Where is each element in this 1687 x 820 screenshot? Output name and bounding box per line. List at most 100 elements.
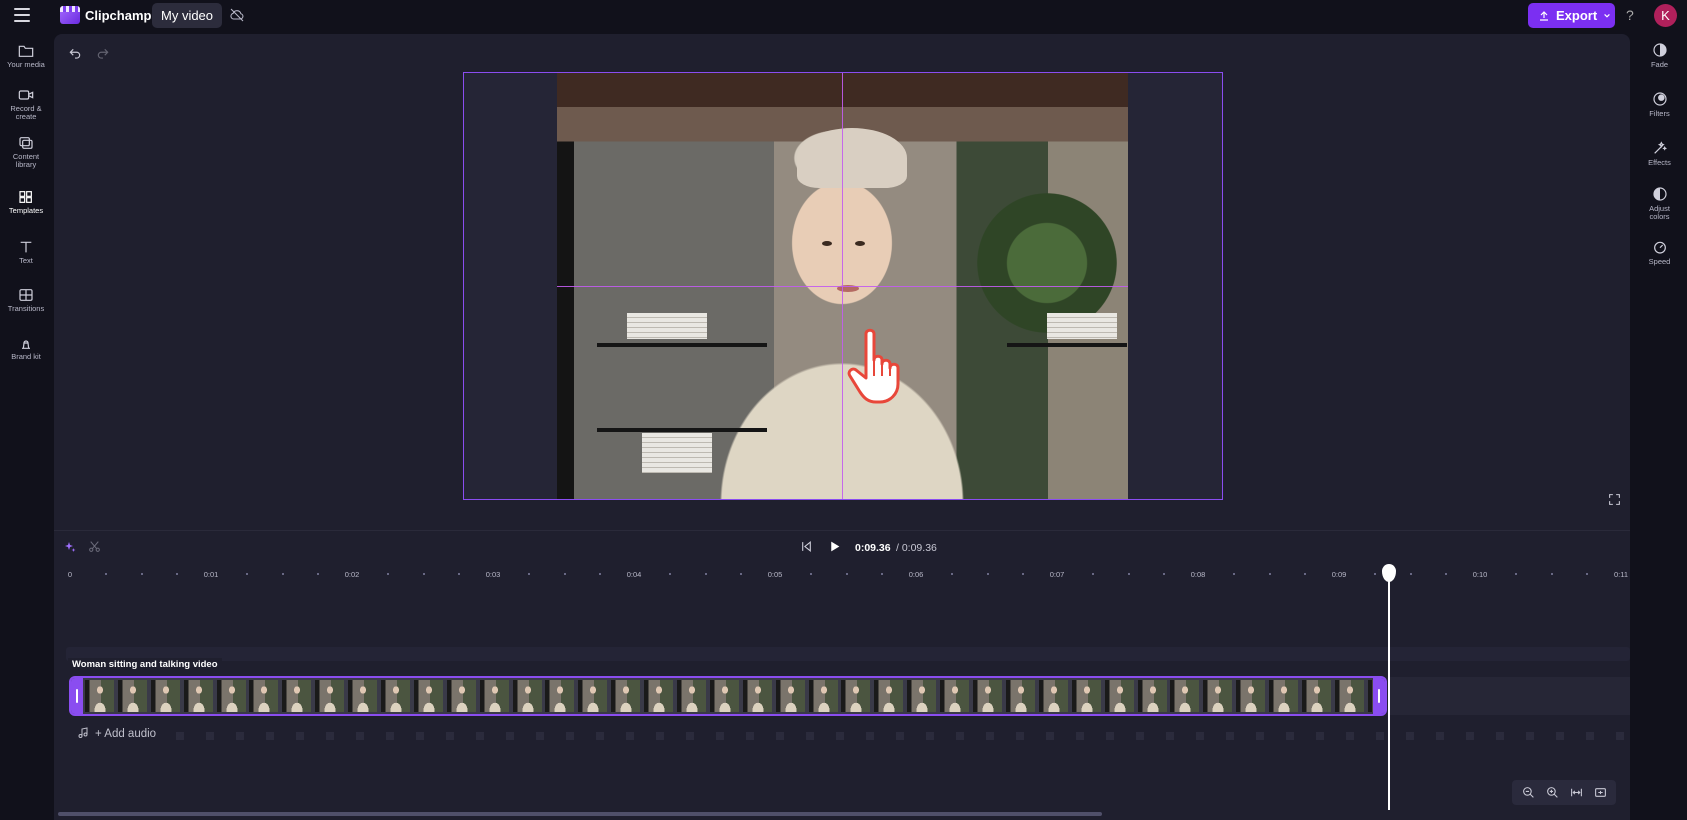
avatar[interactable]: K [1654, 4, 1677, 27]
effects-icon [1653, 141, 1667, 154]
ruler-tick-label: 0:02 [344, 570, 360, 579]
add-audio-button[interactable]: + Add audio [95, 728, 156, 740]
ruler-minor-tick [563, 573, 566, 575]
magic-sparkle-icon[interactable] [64, 541, 76, 553]
clip-thumbnail [85, 680, 114, 712]
clip-thumbnail [249, 680, 279, 712]
sidebar-item-your-media[interactable]: Your media [0, 44, 52, 69]
clip-thumbnail [677, 680, 707, 712]
left-sidebar: Your media Record & create Content libra… [0, 32, 52, 820]
preview-canvas[interactable] [463, 72, 1223, 500]
redo-icon[interactable] [96, 47, 110, 61]
export-label: Export [1556, 8, 1598, 23]
ruler-minor-tick [316, 573, 319, 575]
clip-thumbnail [315, 680, 345, 712]
help-button[interactable]: ? [1626, 7, 1634, 23]
clip-thumbnail [446, 680, 476, 712]
clip-thumbnail [216, 680, 246, 712]
playhead[interactable] [1388, 566, 1390, 810]
sidebar-item-content-library[interactable]: Content library [0, 136, 52, 169]
clip-thumbnail [381, 680, 411, 712]
play-icon[interactable] [828, 540, 841, 553]
video-clip[interactable] [69, 676, 1387, 716]
clip-thumbnail [611, 680, 641, 712]
fullscreen-icon[interactable] [1608, 493, 1621, 506]
clip-thumbnail [1170, 680, 1200, 712]
sidebar-item-record-create[interactable]: Record & create [0, 88, 52, 121]
zoom-out-icon[interactable] [1522, 786, 1535, 799]
clip-thumbnail [150, 680, 180, 712]
clip-thumbnail [907, 680, 937, 712]
clip-trim-handle-left[interactable] [71, 678, 83, 714]
ruler-tick-label: 0:07 [1049, 570, 1065, 579]
clip-thumbnail [1137, 680, 1167, 712]
clip-thumbnail [775, 680, 805, 712]
filters-icon [1652, 92, 1667, 106]
panel-label: Fade [1650, 60, 1669, 69]
menu-icon[interactable] [14, 8, 30, 22]
skip-to-start-icon[interactable] [800, 540, 813, 553]
panel-item-filters[interactable]: Filters [1632, 91, 1687, 118]
fit-timeline-icon[interactable] [1594, 786, 1607, 799]
hand-cursor-icon [847, 328, 900, 404]
sidebar-label: Transitions [7, 304, 45, 313]
ruler-minor-tick [422, 573, 425, 575]
panel-label: Speed [1648, 257, 1671, 266]
clip-thumbnail [413, 680, 443, 712]
panel-item-effects[interactable]: Effects [1632, 140, 1687, 167]
ruler-minor-tick [281, 573, 284, 575]
ruler-tick-label: 0:03 [485, 570, 501, 579]
sidebar-item-text[interactable]: Text [0, 240, 52, 265]
sidebar-label: Your media [7, 60, 45, 69]
chevron-down-icon [1604, 13, 1610, 18]
split-scissors-icon[interactable] [88, 540, 101, 553]
cloud-off-icon[interactable] [228, 7, 246, 23]
undo-icon[interactable] [68, 47, 82, 61]
ruler-tick-label: 0:06 [908, 570, 924, 579]
books [642, 433, 712, 473]
text-track[interactable] [66, 647, 1630, 661]
panel-item-fade[interactable]: Fade [1632, 42, 1687, 69]
ruler-minor-tick [1021, 573, 1024, 575]
clip-thumbnail [874, 680, 904, 712]
clip-thumbnail [742, 680, 772, 712]
empty-track-area [1389, 677, 1630, 715]
sidebar-item-brand-kit[interactable]: Brand kit [0, 336, 52, 361]
fade-icon [1652, 43, 1667, 57]
clip-thumbnail [1301, 680, 1331, 712]
text-icon [20, 241, 32, 253]
timeline-scrollbar[interactable] [58, 812, 1102, 816]
clip-thumbnail [808, 680, 838, 712]
ruler-minor-tick [845, 573, 848, 575]
zoom-in-icon[interactable] [1546, 786, 1559, 799]
clip-thumbnail [479, 680, 509, 712]
export-button[interactable]: Export [1528, 3, 1615, 28]
right-sidebar: Fade Filters Effects Adjust colors Speed [1632, 32, 1687, 820]
sidebar-item-transitions[interactable]: Transitions [0, 288, 52, 313]
clip-thumbnail [709, 680, 739, 712]
brand-name: Clipchamp [85, 8, 152, 23]
clip-thumbnail [940, 680, 970, 712]
clipchamp-logo [60, 6, 80, 24]
clip-trim-handle-right[interactable] [1373, 678, 1385, 714]
sidebar-item-templates[interactable]: Templates [0, 190, 52, 215]
audio-placeholder-wave [170, 732, 1630, 740]
project-title[interactable]: My video [152, 3, 223, 28]
camera-icon [18, 90, 34, 100]
panel-item-adjust-colors[interactable]: Adjust colors [1632, 186, 1687, 221]
brand-kit-icon [22, 340, 30, 349]
panel-item-speed[interactable]: Speed [1632, 239, 1687, 266]
shelf [1007, 343, 1127, 347]
sidebar-label: Templates [8, 206, 44, 215]
fit-to-width-icon[interactable] [1570, 786, 1583, 799]
shelf [597, 343, 767, 347]
music-note-icon [78, 727, 88, 738]
ruler-minor-tick [739, 573, 742, 575]
clip-thumbnail [512, 680, 542, 712]
ruler-tick-label: 0:04 [626, 570, 642, 579]
ruler-minor-tick [598, 573, 601, 575]
horizontal-snap-guide [557, 286, 1128, 287]
ruler-tick-label: 0 [67, 570, 73, 579]
panel-label: Filters [1649, 109, 1670, 118]
subject-eye [822, 241, 832, 246]
